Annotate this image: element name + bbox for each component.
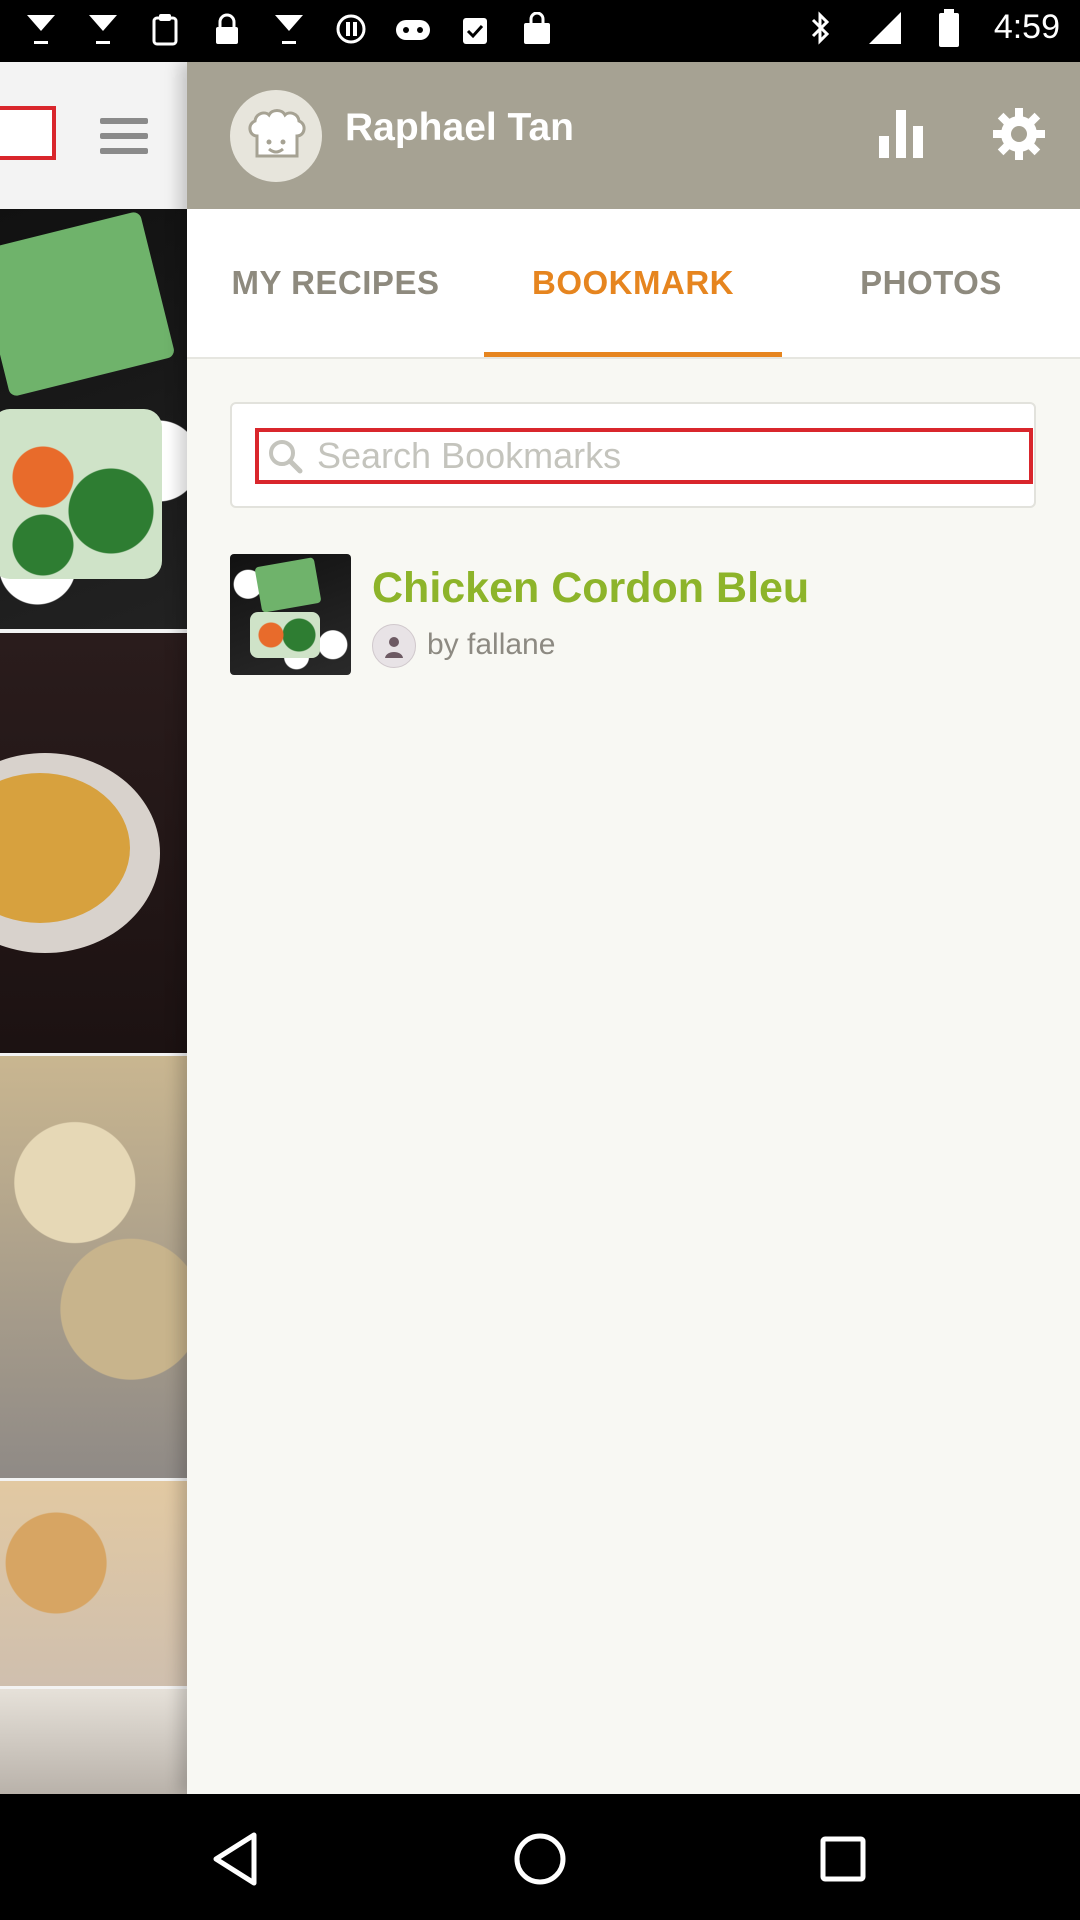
profile-name: Raphael Tan <box>345 106 574 149</box>
gear-icon[interactable] <box>987 102 1051 166</box>
search-input[interactable] <box>315 434 999 478</box>
profile-drawer: Raphael Tan MY RECIPES BOOKMARK PHOTOS S… <box>187 62 1080 1794</box>
recipe-photo-thumbnail[interactable] <box>0 1056 187 1478</box>
cocktail-icon <box>270 10 308 48</box>
search-icon <box>263 434 307 478</box>
lock-icon <box>208 10 246 48</box>
recipe-title[interactable]: Chicken Cordon Bleu <box>372 564 809 613</box>
chef-hat-avatar-icon[interactable] <box>230 90 322 182</box>
cocktail-icon <box>84 10 122 48</box>
tab-my-recipes[interactable]: MY RECIPES <box>187 209 484 357</box>
back-icon[interactable] <box>200 1824 270 1894</box>
recent-apps-icon[interactable] <box>808 1824 878 1894</box>
author-avatar <box>372 624 416 668</box>
search-container <box>230 402 1036 508</box>
battery-icon <box>930 8 968 47</box>
power-icon <box>332 10 370 48</box>
signal-icon <box>866 9 904 47</box>
system-icons: 4:59 <box>802 8 1060 47</box>
profile-header: Raphael Tan <box>187 62 1080 209</box>
tab-photos[interactable]: PHOTOS <box>782 209 1080 357</box>
search-bookmarks-field[interactable] <box>255 428 1033 484</box>
background-app-toolbar <box>0 62 187 209</box>
active-tab-indicator <box>484 352 782 357</box>
stats-icon[interactable] <box>869 102 933 166</box>
shopping-bag-icon <box>518 10 556 48</box>
game-controller-icon <box>394 10 432 48</box>
recipe-photo-thumbnail[interactable] <box>0 1689 187 1794</box>
clipboard-icon <box>146 10 184 48</box>
bookmark-list-item[interactable]: Chicken Cordon Bleu by fallane <box>230 554 1036 678</box>
clock-time: 4:59 <box>993 8 1060 46</box>
bluetooth-icon <box>802 9 840 47</box>
status-bar: 4:59 <box>0 0 1080 62</box>
recipe-thumbnail[interactable] <box>230 554 351 675</box>
menu-icon[interactable] <box>100 118 148 154</box>
tab-bookmark[interactable]: BOOKMARK <box>484 209 782 357</box>
recipe-photo-thumbnail[interactable] <box>0 209 187 629</box>
notification-icons <box>22 10 556 48</box>
background-app-checkbox[interactable] <box>0 106 56 160</box>
clipboard-check-icon <box>456 10 494 48</box>
recipe-author[interactable]: by fallane <box>427 628 555 662</box>
navigation-bar <box>0 1794 1080 1920</box>
home-icon[interactable] <box>505 1824 575 1894</box>
cocktail-icon <box>22 10 60 48</box>
recipe-photo-thumbnail[interactable] <box>0 633 187 1053</box>
background-app <box>0 62 187 1794</box>
recipe-photo-thumbnail[interactable] <box>0 1481 187 1686</box>
tab-bar: MY RECIPES BOOKMARK PHOTOS <box>187 209 1080 359</box>
